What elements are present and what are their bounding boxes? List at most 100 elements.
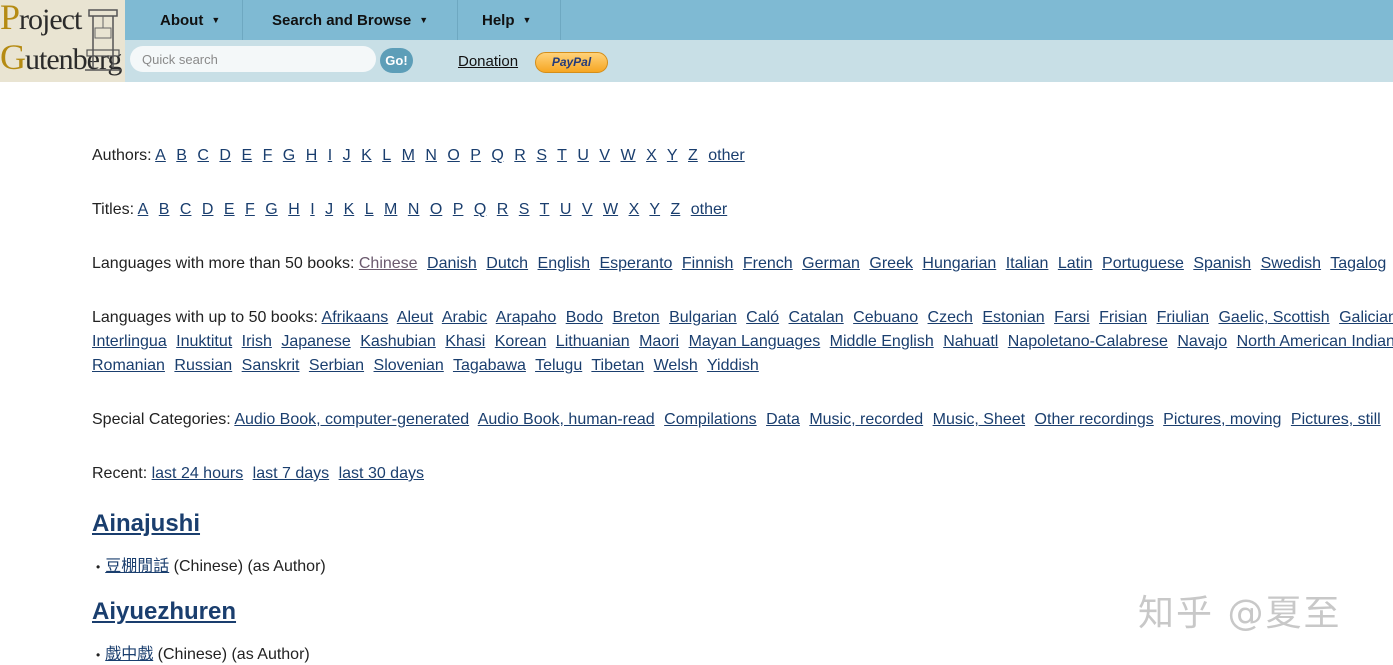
language-link[interactable]: Portuguese (1102, 255, 1184, 272)
language-link[interactable]: Nahuatl (943, 333, 998, 350)
language-link[interactable]: Caló (746, 309, 779, 326)
title-letter-link[interactable]: Y (649, 201, 660, 218)
author-letter-link[interactable]: T (557, 147, 567, 164)
title-letter-link[interactable]: Q (474, 201, 486, 218)
author-letter-link[interactable]: I (328, 147, 332, 164)
author-letter-link[interactable]: K (361, 147, 372, 164)
language-link[interactable]: North American Indian (1237, 333, 1393, 350)
author-letter-link[interactable]: B (176, 147, 187, 164)
author-heading[interactable]: Ainajushi (92, 510, 200, 538)
title-letter-link[interactable]: F (245, 201, 255, 218)
language-link[interactable]: Afrikaans (322, 309, 389, 326)
author-letter-link[interactable]: N (425, 147, 437, 164)
title-letter-link[interactable]: L (365, 201, 374, 218)
title-letter-link[interactable]: U (560, 201, 572, 218)
work-title-link[interactable]: 戲中戲 (105, 646, 153, 663)
title-letter-link[interactable]: J (325, 201, 333, 218)
author-heading[interactable]: Aiyuezhuren (92, 598, 236, 626)
language-link[interactable]: Danish (427, 255, 477, 272)
language-link[interactable]: Chinese (359, 255, 418, 272)
language-link[interactable]: Cebuano (853, 309, 918, 326)
language-link[interactable]: Breton (613, 309, 660, 326)
special-category-link[interactable]: Pictures, still (1291, 411, 1381, 428)
title-letter-link[interactable]: E (224, 201, 235, 218)
author-letter-link[interactable]: Z (688, 147, 698, 164)
language-link[interactable]: Bulgarian (669, 309, 737, 326)
author-letter-link[interactable]: P (470, 147, 481, 164)
language-link[interactable]: Inuktitut (176, 333, 232, 350)
title-letter-link[interactable]: other (691, 201, 727, 218)
recent-link[interactable]: last 24 hours (152, 465, 244, 482)
language-link[interactable]: Catalan (789, 309, 844, 326)
language-link[interactable]: Napoletano-Calabrese (1008, 333, 1168, 350)
language-link[interactable]: Esperanto (599, 255, 672, 272)
language-link[interactable]: Interlingua (92, 333, 167, 350)
language-link[interactable]: Yiddish (707, 357, 759, 374)
author-letter-link[interactable]: A (155, 147, 166, 164)
language-link[interactable]: Japanese (281, 333, 350, 350)
quick-search-input[interactable] (130, 46, 376, 72)
author-letter-link[interactable]: R (514, 147, 526, 164)
language-link[interactable]: Aleut (397, 309, 433, 326)
language-link[interactable]: Arapaho (496, 309, 557, 326)
author-letter-link[interactable]: F (263, 147, 273, 164)
author-letter-link[interactable]: H (306, 147, 318, 164)
title-letter-link[interactable]: P (453, 201, 464, 218)
title-letter-link[interactable]: K (344, 201, 355, 218)
language-link[interactable]: Hungarian (922, 255, 996, 272)
title-letter-link[interactable]: H (288, 201, 300, 218)
menu-search-and-browse[interactable]: Search and Browse ▼ (243, 0, 458, 40)
language-link[interactable]: Swedish (1261, 255, 1321, 272)
language-link[interactable]: Farsi (1054, 309, 1090, 326)
language-link[interactable]: Welsh (654, 357, 698, 374)
language-link[interactable]: Tagalog (1330, 255, 1386, 272)
author-letter-link[interactable]: M (402, 147, 415, 164)
special-category-link[interactable]: Audio Book, computer-generated (234, 411, 469, 428)
title-letter-link[interactable]: I (310, 201, 314, 218)
language-link[interactable]: Lithuanian (556, 333, 630, 350)
author-letter-link[interactable]: O (447, 147, 459, 164)
author-letter-link[interactable]: other (708, 147, 744, 164)
menu-about[interactable]: About ▼ (125, 0, 243, 40)
language-link[interactable]: Italian (1006, 255, 1049, 272)
recent-link[interactable]: last 30 days (339, 465, 424, 482)
title-letter-link[interactable]: T (540, 201, 550, 218)
author-letter-link[interactable]: X (646, 147, 657, 164)
language-link[interactable]: Dutch (486, 255, 528, 272)
title-letter-link[interactable]: C (180, 201, 192, 218)
menu-help[interactable]: Help ▼ (458, 0, 561, 40)
special-category-link[interactable]: Pictures, moving (1163, 411, 1281, 428)
special-category-link[interactable]: Data (766, 411, 800, 428)
title-letter-link[interactable]: W (603, 201, 618, 218)
work-title-link[interactable]: 豆棚閒話 (105, 558, 169, 575)
special-category-link[interactable]: Music, recorded (809, 411, 923, 428)
author-letter-link[interactable]: U (577, 147, 589, 164)
recent-link[interactable]: last 7 days (253, 465, 329, 482)
title-letter-link[interactable]: N (408, 201, 420, 218)
language-link[interactable]: Korean (495, 333, 547, 350)
language-link[interactable]: Finnish (682, 255, 734, 272)
language-link[interactable]: Kashubian (360, 333, 436, 350)
language-link[interactable]: Greek (869, 255, 913, 272)
title-letter-link[interactable]: O (430, 201, 442, 218)
language-link[interactable]: Bodo (566, 309, 603, 326)
language-link[interactable]: Russian (174, 357, 232, 374)
language-link[interactable]: Romanian (92, 357, 165, 374)
title-letter-link[interactable]: S (519, 201, 530, 218)
language-link[interactable]: English (538, 255, 590, 272)
title-letter-link[interactable]: V (582, 201, 593, 218)
language-link[interactable]: Czech (928, 309, 973, 326)
title-letter-link[interactable]: A (138, 201, 149, 218)
language-link[interactable]: Tagabawa (453, 357, 526, 374)
language-link[interactable]: Irish (242, 333, 272, 350)
language-link[interactable]: Friulian (1157, 309, 1209, 326)
language-link[interactable]: Maori (639, 333, 679, 350)
author-letter-link[interactable]: S (536, 147, 547, 164)
title-letter-link[interactable]: X (629, 201, 640, 218)
go-button[interactable]: Go! (380, 48, 413, 73)
title-letter-link[interactable]: Z (671, 201, 681, 218)
author-letter-link[interactable]: G (283, 147, 295, 164)
language-link[interactable]: Sanskrit (242, 357, 300, 374)
author-letter-link[interactable]: J (343, 147, 351, 164)
title-letter-link[interactable]: G (265, 201, 277, 218)
